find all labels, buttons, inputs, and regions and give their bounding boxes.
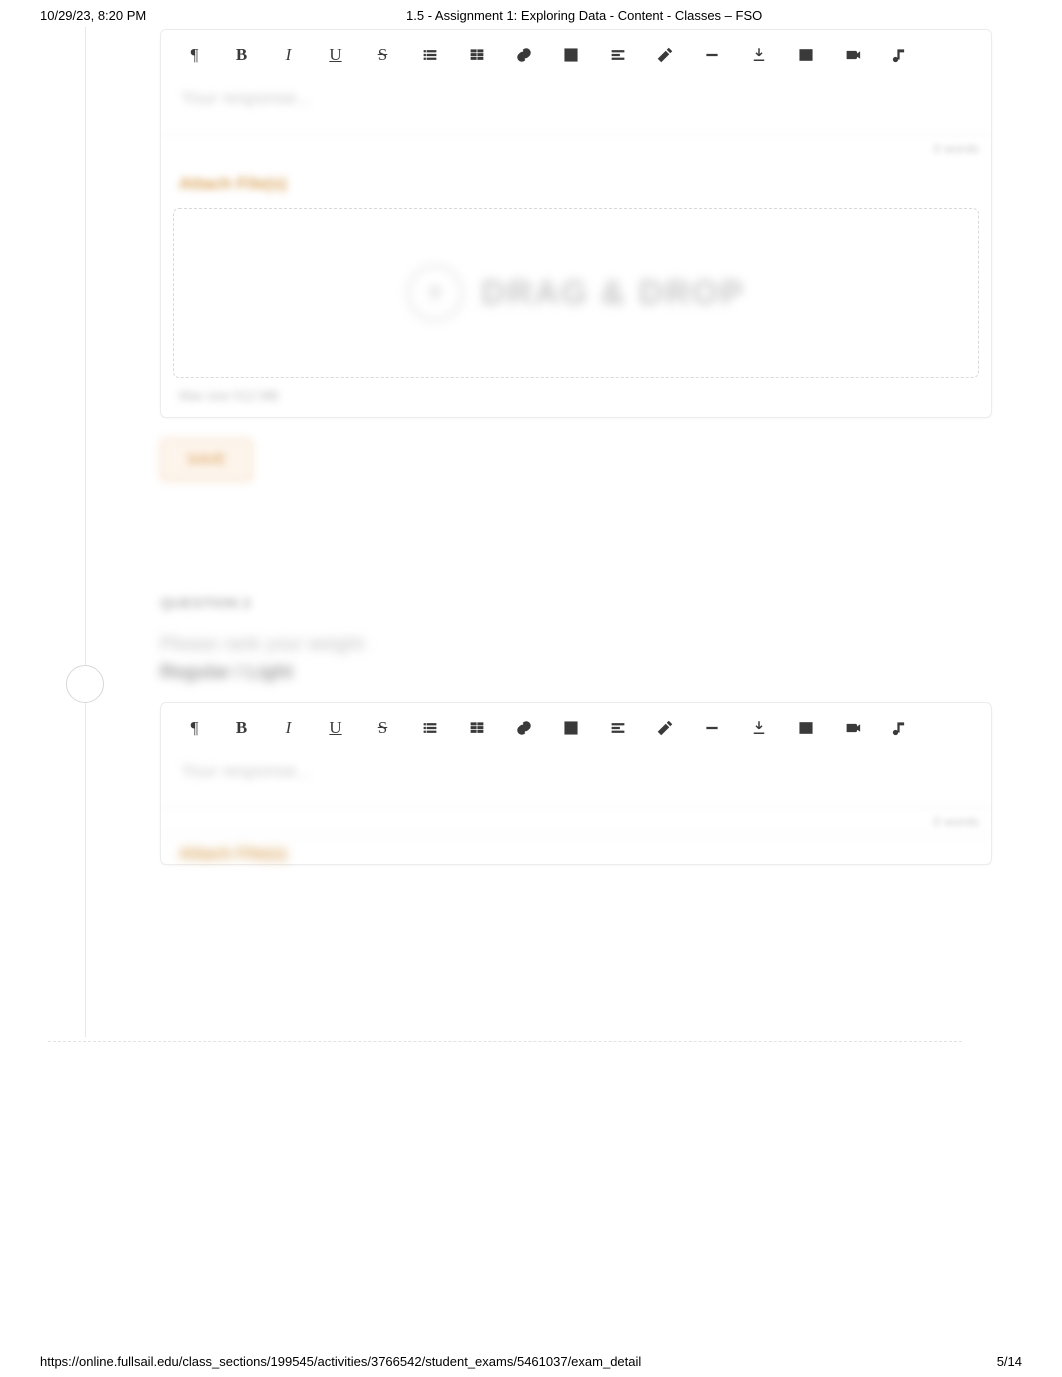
attach-header-2: Attach File(s) [161,835,991,864]
list-icon[interactable] [406,711,453,745]
editor-word-count-2: 0 words [161,807,991,835]
music-icon[interactable] [876,711,923,745]
question-marker [66,665,104,703]
minus-icon[interactable] [688,38,735,72]
strike-icon[interactable]: S [359,38,406,72]
align-icon[interactable] [594,38,641,72]
file-dropzone[interactable]: DRAG & DROP [173,208,979,378]
columns-icon[interactable] [453,38,500,72]
question-2-label: QUESTION 2 [160,591,992,616]
response-editor-card-1: ¶ B I U S Your response... 0 words Attac… [160,29,992,418]
editor-toolbar-2: ¶ B I U S [161,711,991,751]
table-icon[interactable] [547,38,594,72]
download-icon[interactable] [735,711,782,745]
align-icon[interactable] [594,711,641,745]
image-icon[interactable] [782,711,829,745]
editor-word-count-1: 0 words [161,134,991,162]
underline-icon[interactable]: U [312,711,359,745]
editor-textarea-1[interactable]: Your response... [161,78,991,134]
minus-icon[interactable] [688,711,735,745]
italic-icon[interactable]: I [265,38,312,72]
highlight-icon[interactable] [641,38,688,72]
dropzone-text: DRAG & DROP [481,274,745,313]
question-2-prompt: Please rank your weight: [160,616,992,660]
bold-icon[interactable]: B [218,711,265,745]
question-2-sub: Regular / Light [160,660,992,702]
page-title: 1.5 - Assignment 1: Exploring Data - Con… [146,8,1022,23]
pilcrow-icon[interactable]: ¶ [171,711,218,745]
video-icon[interactable] [829,711,876,745]
editor-textarea-2[interactable]: Your response... [161,751,991,807]
music-icon[interactable] [876,38,923,72]
underline-icon[interactable]: U [312,38,359,72]
image-icon[interactable] [782,38,829,72]
pilcrow-icon[interactable]: ¶ [171,38,218,72]
print-page-number: 5/14 [997,1354,1022,1369]
table-icon[interactable] [547,711,594,745]
editor-toolbar-1: ¶ B I U S [161,38,991,78]
italic-icon[interactable]: I [265,711,312,745]
save-button[interactable]: SAVE [160,438,253,481]
print-timestamp: 10/29/23, 8:20 PM [40,8,146,23]
file-limit-text: Max size 512 MB [161,378,991,417]
timeline-rail [70,27,100,1037]
columns-icon[interactable] [453,711,500,745]
link-icon[interactable] [500,38,547,72]
print-header: 10/29/23, 8:20 PM 1.5 - Assignment 1: Ex… [0,0,1062,27]
video-icon[interactable] [829,38,876,72]
strike-icon[interactable]: S [359,711,406,745]
upload-icon [407,265,463,321]
attach-header-1: Attach File(s) [161,162,991,200]
highlight-icon[interactable] [641,711,688,745]
print-footer: https://online.fullsail.edu/class_sectio… [0,1346,1062,1377]
link-icon[interactable] [500,711,547,745]
bold-icon[interactable]: B [218,38,265,72]
response-editor-card-2: ¶ B I U S Your response... 0 words Attac… [160,702,992,865]
print-url: https://online.fullsail.edu/class_sectio… [40,1354,641,1369]
list-icon[interactable] [406,38,453,72]
download-icon[interactable] [735,38,782,72]
